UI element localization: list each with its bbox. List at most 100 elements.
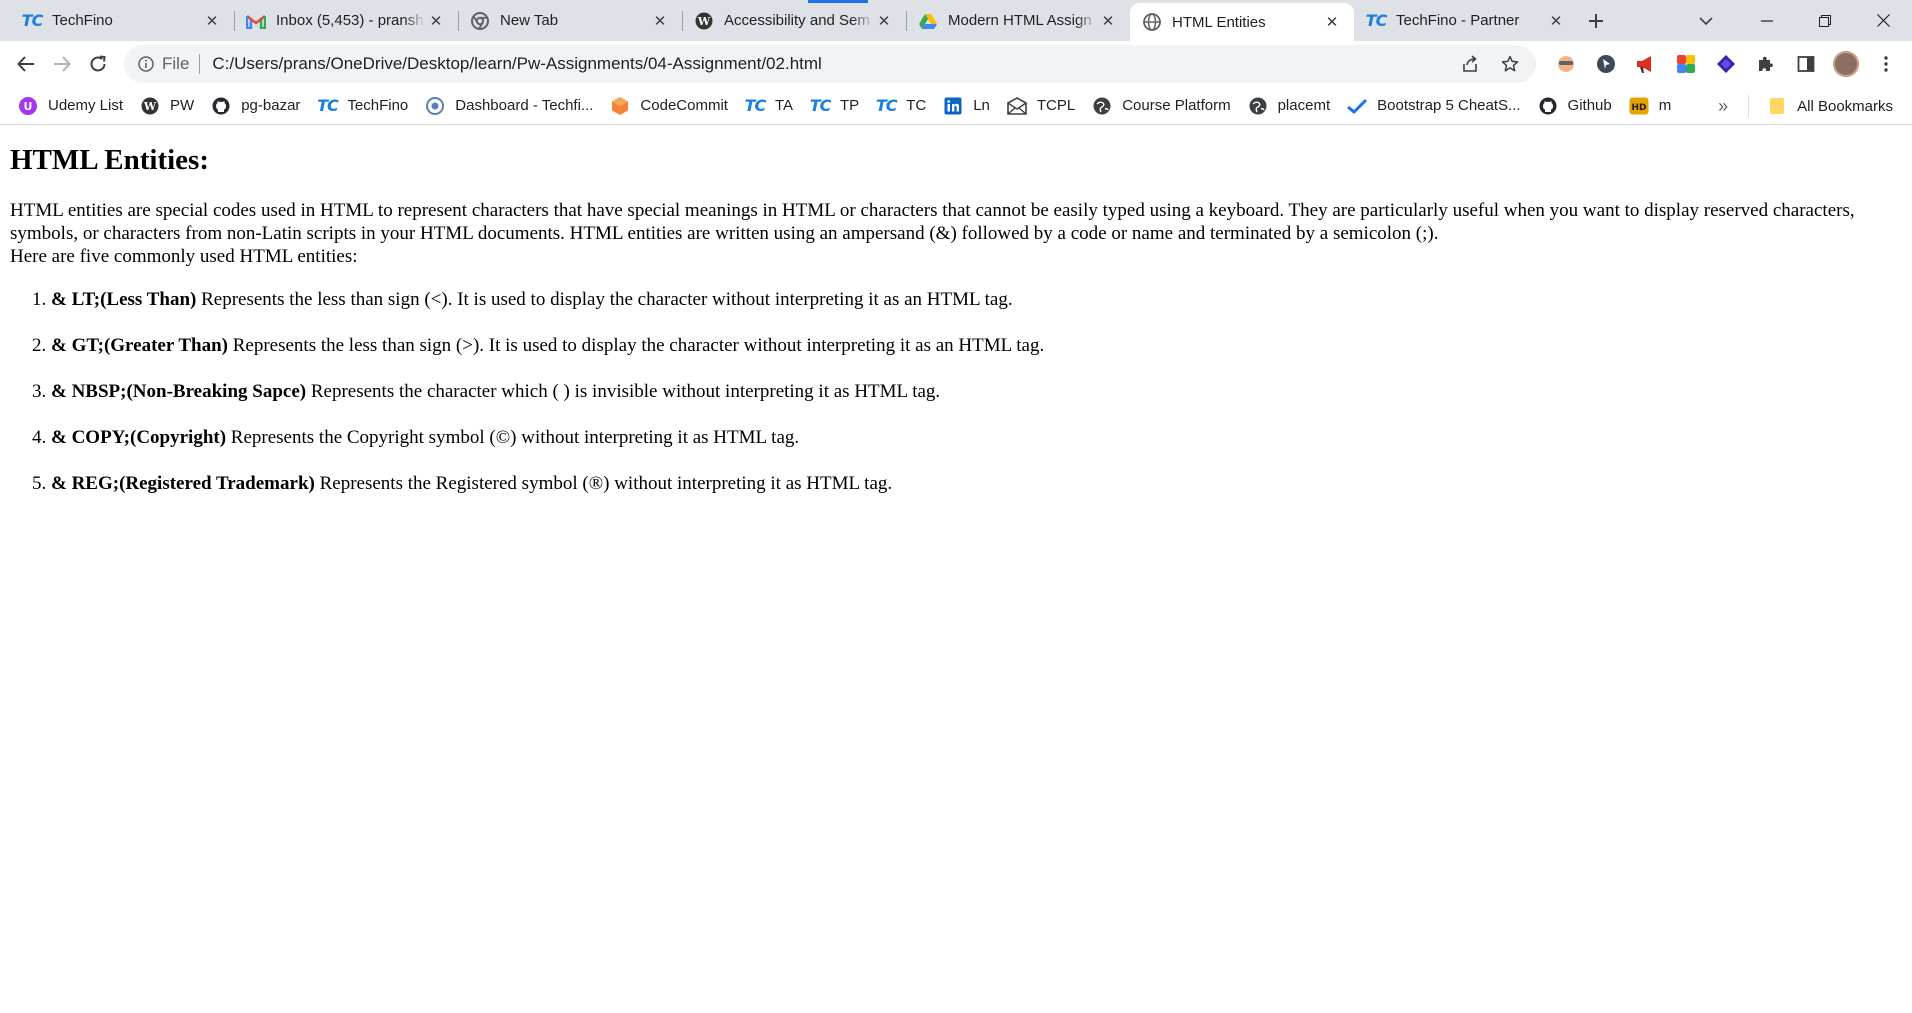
gmail-icon xyxy=(246,11,266,31)
bookmark-label: Dashboard - Techfi... xyxy=(455,97,594,114)
close-icon[interactable]: ✕ xyxy=(1322,12,1342,32)
bookmark-tp[interactable]: TC TP xyxy=(802,91,868,121)
globe-icon xyxy=(1092,96,1112,116)
techfino-icon: TC xyxy=(1365,11,1388,30)
side-panel-button[interactable] xyxy=(1788,46,1824,82)
tab-title: New Tab xyxy=(500,12,559,29)
techfino-icon: TC xyxy=(875,96,898,115)
divider xyxy=(1748,95,1750,117)
bookmark-label: TA xyxy=(774,97,794,114)
bookmark-udemy-list[interactable]: U Udemy List xyxy=(10,91,132,121)
bookmark-m[interactable]: HD m xyxy=(1621,91,1681,121)
profile-button[interactable] xyxy=(1828,46,1864,82)
lead-text: Here are five commonly used HTML entitie… xyxy=(10,246,358,267)
bookmark-ln[interactable]: Ln xyxy=(935,91,999,121)
minimize-button[interactable] xyxy=(1738,0,1796,41)
entity-name: & COPY;(Copyright) xyxy=(51,427,227,448)
bookmark-pg-bazar[interactable]: pg-bazar xyxy=(203,91,309,121)
entity-list: & LT;(Less Than) Represents the less tha… xyxy=(10,288,1902,495)
plus-icon xyxy=(1589,13,1603,28)
star-icon xyxy=(1501,55,1519,72)
hd-icon: HD xyxy=(1629,96,1649,116)
close-icon[interactable]: ✕ xyxy=(1098,11,1118,31)
close-icon[interactable]: ✕ xyxy=(650,11,670,31)
tab-modern-html[interactable]: Modern HTML Assign ✕ xyxy=(906,0,1130,41)
cursor-extension-icon xyxy=(1597,55,1615,73)
linkedin-icon xyxy=(943,96,963,116)
bookmark-label: Bootstrap 5 CheatS... xyxy=(1377,97,1521,114)
tab-search-button[interactable] xyxy=(1686,0,1726,41)
extension-button[interactable] xyxy=(1628,46,1664,82)
more-vertical-icon xyxy=(1884,56,1888,72)
bookmark-bootstrap[interactable]: Bootstrap 5 CheatS... xyxy=(1339,91,1529,121)
close-icon[interactable]: ✕ xyxy=(1546,11,1566,31)
bookmark-star-button[interactable] xyxy=(1492,46,1528,82)
bookmark-github[interactable]: Github xyxy=(1530,91,1621,121)
bookmark-techfino[interactable]: TC TechFino xyxy=(309,91,417,121)
extension-button[interactable] xyxy=(1708,46,1744,82)
chevron-down-icon xyxy=(1699,16,1713,25)
forward-button[interactable] xyxy=(44,46,80,82)
bookmarks-overflow-button[interactable]: » xyxy=(1708,91,1738,121)
extension-button[interactable] xyxy=(1588,46,1624,82)
all-bookmarks-button[interactable]: All Bookmarks xyxy=(1759,91,1902,121)
wordpress-icon: W xyxy=(140,96,160,116)
back-button[interactable] xyxy=(8,46,44,82)
list-item: & GT;(Greater Than) Represents the less … xyxy=(51,334,1902,357)
page-title: HTML Entities: xyxy=(10,144,209,176)
tab-techfino-partner[interactable]: TC TechFino - Partner ✕ xyxy=(1354,0,1578,41)
entity-description: Represents the less than sign (<). It is… xyxy=(196,289,1013,310)
tab-new-tab[interactable]: New Tab ✕ xyxy=(458,0,682,41)
extension-button[interactable] xyxy=(1548,46,1584,82)
info-icon[interactable] xyxy=(138,56,154,72)
bookmark-label: Udemy List xyxy=(48,97,124,114)
check-icon xyxy=(1347,96,1368,116)
tab-html-entities[interactable]: HTML Entities ✕ xyxy=(1130,3,1354,41)
menu-button[interactable] xyxy=(1868,46,1904,82)
techfino-icon: TC xyxy=(809,96,832,115)
entity-description: Represents the character which ( ) is in… xyxy=(306,381,941,402)
address-bar[interactable]: File C:/Users/prans/OneDrive/Desktop/lea… xyxy=(124,45,1536,83)
mail-icon xyxy=(1007,96,1027,116)
new-tab-button[interactable] xyxy=(1578,0,1614,41)
close-icon[interactable]: ✕ xyxy=(202,11,222,31)
bookmark-label: m xyxy=(1658,97,1672,114)
folder-icon xyxy=(1767,96,1787,116)
close-icon xyxy=(1876,14,1890,27)
bookmark-course-platform[interactable]: Course Platform xyxy=(1084,91,1239,121)
browser-window: TC TechFino ✕ Inbox (5,453) - pransh ✕ N… xyxy=(0,0,1912,125)
extension-button[interactable] xyxy=(1668,46,1704,82)
tab-gmail[interactable]: Inbox (5,453) - pransh ✕ xyxy=(234,0,458,41)
reload-button[interactable] xyxy=(80,46,116,82)
tab-strip: TC TechFino ✕ Inbox (5,453) - pransh ✕ N… xyxy=(0,0,1912,41)
bookmark-dashboard[interactable]: Dashboard - Techfi... xyxy=(417,91,602,121)
tab-accessibility[interactable]: W Accessibility and Sem ✕ xyxy=(682,0,906,41)
techfino-icon: TC xyxy=(317,96,339,115)
bookmark-label: TCPL xyxy=(1036,97,1076,114)
bookmark-label: CodeCommit xyxy=(640,97,728,114)
bookmark-pw[interactable]: W PW xyxy=(132,91,203,121)
tab-techfino[interactable]: TC TechFino ✕ xyxy=(10,0,234,41)
close-window-button[interactable] xyxy=(1854,0,1912,41)
reload-icon xyxy=(90,55,106,72)
list-item: & NBSP;(Non-Breaking Sapce) Represents t… xyxy=(51,380,1902,403)
close-icon[interactable]: ✕ xyxy=(426,11,446,31)
svg-text:W: W xyxy=(143,100,157,113)
bookmark-tc[interactable]: TC TC xyxy=(868,91,935,121)
bookmark-label: pg-bazar xyxy=(241,97,301,114)
bookmarks-right: » All Bookmarks xyxy=(1708,87,1902,125)
tab-title: HTML Entities xyxy=(1172,13,1266,31)
bookmark-codecommit[interactable]: CodeCommit xyxy=(602,91,737,121)
svg-text:HD: HD xyxy=(1631,103,1646,113)
extensions-button[interactable] xyxy=(1748,46,1784,82)
wordpress-icon: W xyxy=(694,11,714,31)
share-button[interactable] xyxy=(1452,46,1488,82)
close-icon[interactable]: ✕ xyxy=(874,11,894,31)
chrome-icon xyxy=(470,11,490,31)
bookmark-ta[interactable]: TC TA xyxy=(737,91,802,121)
bookmark-tcpl[interactable]: TCPL xyxy=(999,91,1084,121)
bookmark-placemt[interactable]: placemt xyxy=(1240,91,1340,121)
restore-button[interactable] xyxy=(1796,0,1854,41)
side-panel-icon xyxy=(1797,56,1815,72)
url-text[interactable]: C:/Users/prans/OneDrive/Desktop/learn/Pw… xyxy=(212,54,1452,74)
